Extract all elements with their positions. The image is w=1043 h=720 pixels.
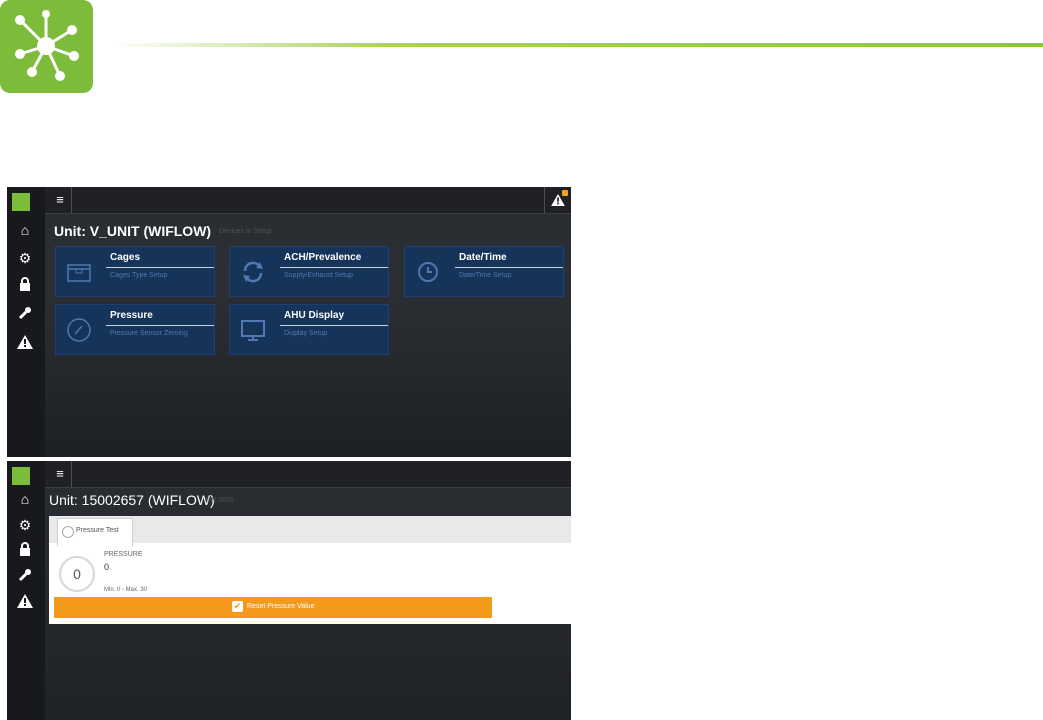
sidebar: ⌂ ⚙ [7, 461, 45, 720]
gauge-icon [67, 318, 91, 342]
tile-date-time[interactable]: Date/Time Date/Time Setup [404, 246, 564, 297]
warning-icon[interactable] [15, 334, 35, 354]
tile-subtitle: Date/Time Setup [459, 272, 512, 279]
sidebar: ⌂ ⚙ [7, 187, 45, 457]
tile-ahu-display[interactable]: AHU Display Display Setup [229, 304, 389, 355]
tile-cages[interactable]: Cages Cages Type Setup [55, 246, 215, 297]
checkbox-icon: ✔ [232, 601, 243, 612]
tile-title: ACH/Prevalence [284, 252, 362, 263]
page-title: Unit: 15002657 (WIFLOW) [49, 492, 215, 508]
tile-underline [280, 325, 388, 326]
page-title: Unit: V_UNIT (WIFLOW) [54, 223, 212, 239]
pressure-range: Min. 0 - Max. 30 [104, 587, 148, 593]
tile-title: AHU Display [284, 310, 345, 321]
page-subtitle: SW 2020 [205, 497, 234, 504]
tile-title: Pressure [110, 310, 153, 321]
alert-button[interactable] [544, 187, 571, 213]
header-divider [110, 43, 1043, 47]
tile-subtitle: Pressure Sensor Zeroing [110, 330, 188, 337]
lock-icon[interactable] [15, 276, 35, 296]
home-icon[interactable]: ⌂ [15, 489, 35, 509]
wrench-icon[interactable] [15, 305, 35, 325]
gauge-icon [62, 526, 74, 538]
tile-title: Date/Time [459, 252, 507, 263]
tile-pressure[interactable]: Pressure Pressure Sensor Zeroing [55, 304, 215, 355]
reset-pressure-button[interactable]: ✔ Reset Pressure Value [54, 597, 492, 618]
refresh-icon [243, 261, 263, 283]
pressure-gauge: 0 [59, 556, 95, 592]
wrench-icon[interactable] [15, 567, 35, 587]
tile-subtitle: Cages Type Setup [110, 272, 168, 279]
network-nodes-icon [15, 10, 79, 81]
tab-label: Pressure Test [76, 527, 119, 534]
hamburger-menu-icon[interactable]: ≡ [49, 187, 72, 213]
gears-icon[interactable]: ⚙ [15, 248, 35, 268]
cage-box-icon [67, 264, 91, 282]
alert-badge [562, 190, 568, 196]
tile-underline [106, 267, 214, 268]
warning-icon[interactable] [15, 593, 35, 613]
screenshot-setup-menu: ⌂ ⚙ ≡ Unit: V_UNIT (WIFLOW) Devices in S… [7, 187, 571, 457]
screenshot-pressure-test: ⌂ ⚙ ≡ Unit: 15002657 (WIFLOW) SW 2020 Pr… [7, 461, 571, 720]
app-logo [0, 0, 93, 93]
hamburger-menu-icon[interactable]: ≡ [49, 461, 72, 487]
gears-icon[interactable]: ⚙ [15, 515, 35, 535]
tile-underline [280, 267, 388, 268]
pressure-label: PRESSURE [104, 551, 143, 558]
pressure-value: 0 [104, 562, 110, 572]
tile-subtitle: Display Setup [284, 330, 328, 337]
top-bar: ≡ [45, 461, 571, 488]
tile-underline [106, 325, 214, 326]
clock-icon [418, 262, 438, 282]
tile-subtitle: Supply/Exhaust Setup [284, 272, 353, 279]
reset-pressure-label: Reset Pressure Value [247, 603, 315, 610]
lock-icon[interactable] [15, 541, 35, 561]
monitor-icon [241, 320, 265, 341]
tab-pressure-test[interactable]: Pressure Test [57, 518, 133, 546]
top-bar: ≡ [45, 187, 571, 214]
tile-ach-prevalence[interactable]: ACH/Prevalence Supply/Exhaust Setup [229, 246, 389, 297]
sidebar-logo[interactable] [12, 193, 30, 211]
tile-title: Cages [110, 252, 141, 263]
sidebar-logo[interactable] [12, 467, 30, 485]
page-subtitle: Devices in Setup [219, 228, 272, 235]
tile-underline [455, 267, 563, 268]
home-icon[interactable]: ⌂ [15, 220, 35, 240]
